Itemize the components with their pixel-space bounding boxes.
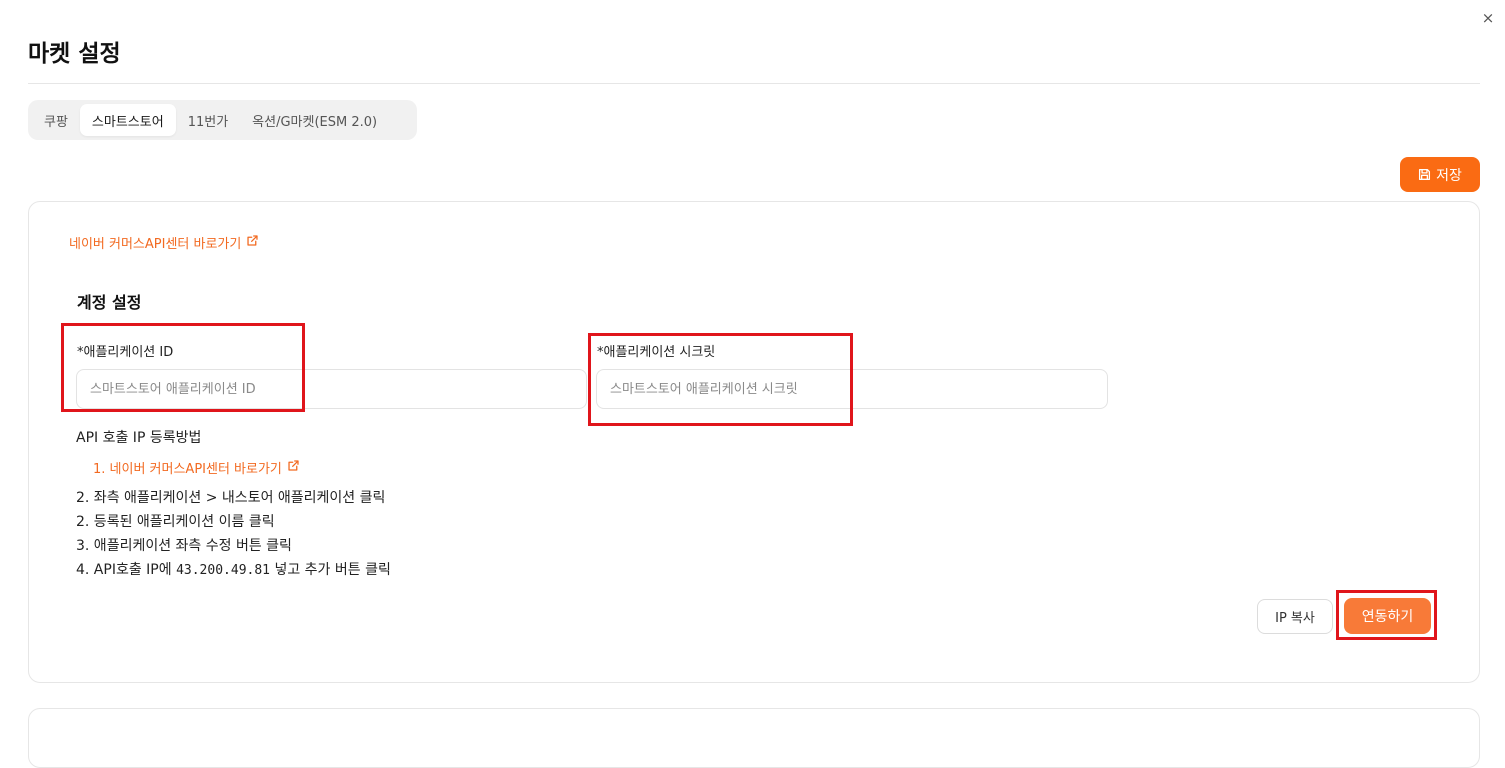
guide-step: 4. API호출 IP에 43.200.49.81 넣고 추가 버튼 클릭 (76, 558, 391, 583)
guide-step-prefix: 4. API호출 IP에 (76, 562, 177, 578)
save-button[interactable]: 저장 (1400, 157, 1480, 192)
app-id-label: *애플리케이션 ID (77, 345, 174, 360)
save-button-label: 저장 (1436, 167, 1462, 184)
guide-step: 2. 좌측 애플리케이션 > 내스토어 애플리케이션 클릭 (76, 490, 386, 506)
guide-title: API 호출 IP 등록방법 (76, 430, 202, 446)
tab-smartstore[interactable]: 스마트스토어 (79, 104, 176, 136)
api-center-link[interactable]: 네이버 커머스API센터 바로가기 (69, 233, 259, 252)
tab-esm[interactable]: 옥션/G마켓(ESM 2.0) (240, 104, 389, 136)
app-id-input[interactable] (76, 369, 587, 409)
page-title: 마켓 설정 (28, 41, 121, 67)
floppy-disk-icon (1418, 168, 1431, 181)
external-link-icon (287, 459, 300, 476)
api-center-link-label: 네이버 커머스API센터 바로가기 (69, 237, 242, 252)
section-title: 계정 설정 (77, 293, 142, 312)
connect-button[interactable]: 연동하기 (1344, 598, 1431, 634)
external-link-icon (246, 234, 259, 251)
guide-step: 3. 애플리케이션 좌측 수정 버튼 클릭 (76, 538, 292, 554)
market-tabs: 쿠팡 스마트스토어 11번가 옥션/G마켓(ESM 2.0) (28, 100, 417, 140)
guide-step: 2. 등록된 애플리케이션 이름 클릭 (76, 514, 275, 530)
guide-link-label: 1. 네이버 커머스API센터 바로가기 (93, 462, 282, 477)
server-ip: 43.200.49.81 (176, 563, 270, 578)
title-divider (28, 83, 1480, 84)
app-secret-label: *애플리케이션 시크릿 (597, 345, 716, 360)
tab-coupang[interactable]: 쿠팡 (32, 104, 80, 136)
ip-copy-button[interactable]: IP 복사 (1257, 599, 1333, 634)
guide-api-center-link[interactable]: 1. 네이버 커머스API센터 바로가기 (93, 458, 300, 477)
guide-steps: 2. 좌측 애플리케이션 > 내스토어 애플리케이션 클릭 2. 등록된 애플리… (76, 486, 391, 583)
close-icon[interactable]: × (1478, 8, 1498, 28)
app-secret-input[interactable] (596, 369, 1108, 409)
tab-11st[interactable]: 11번가 (176, 104, 240, 136)
guide-step-suffix: 넣고 추가 버튼 클릭 (270, 562, 391, 578)
next-card (28, 708, 1480, 768)
